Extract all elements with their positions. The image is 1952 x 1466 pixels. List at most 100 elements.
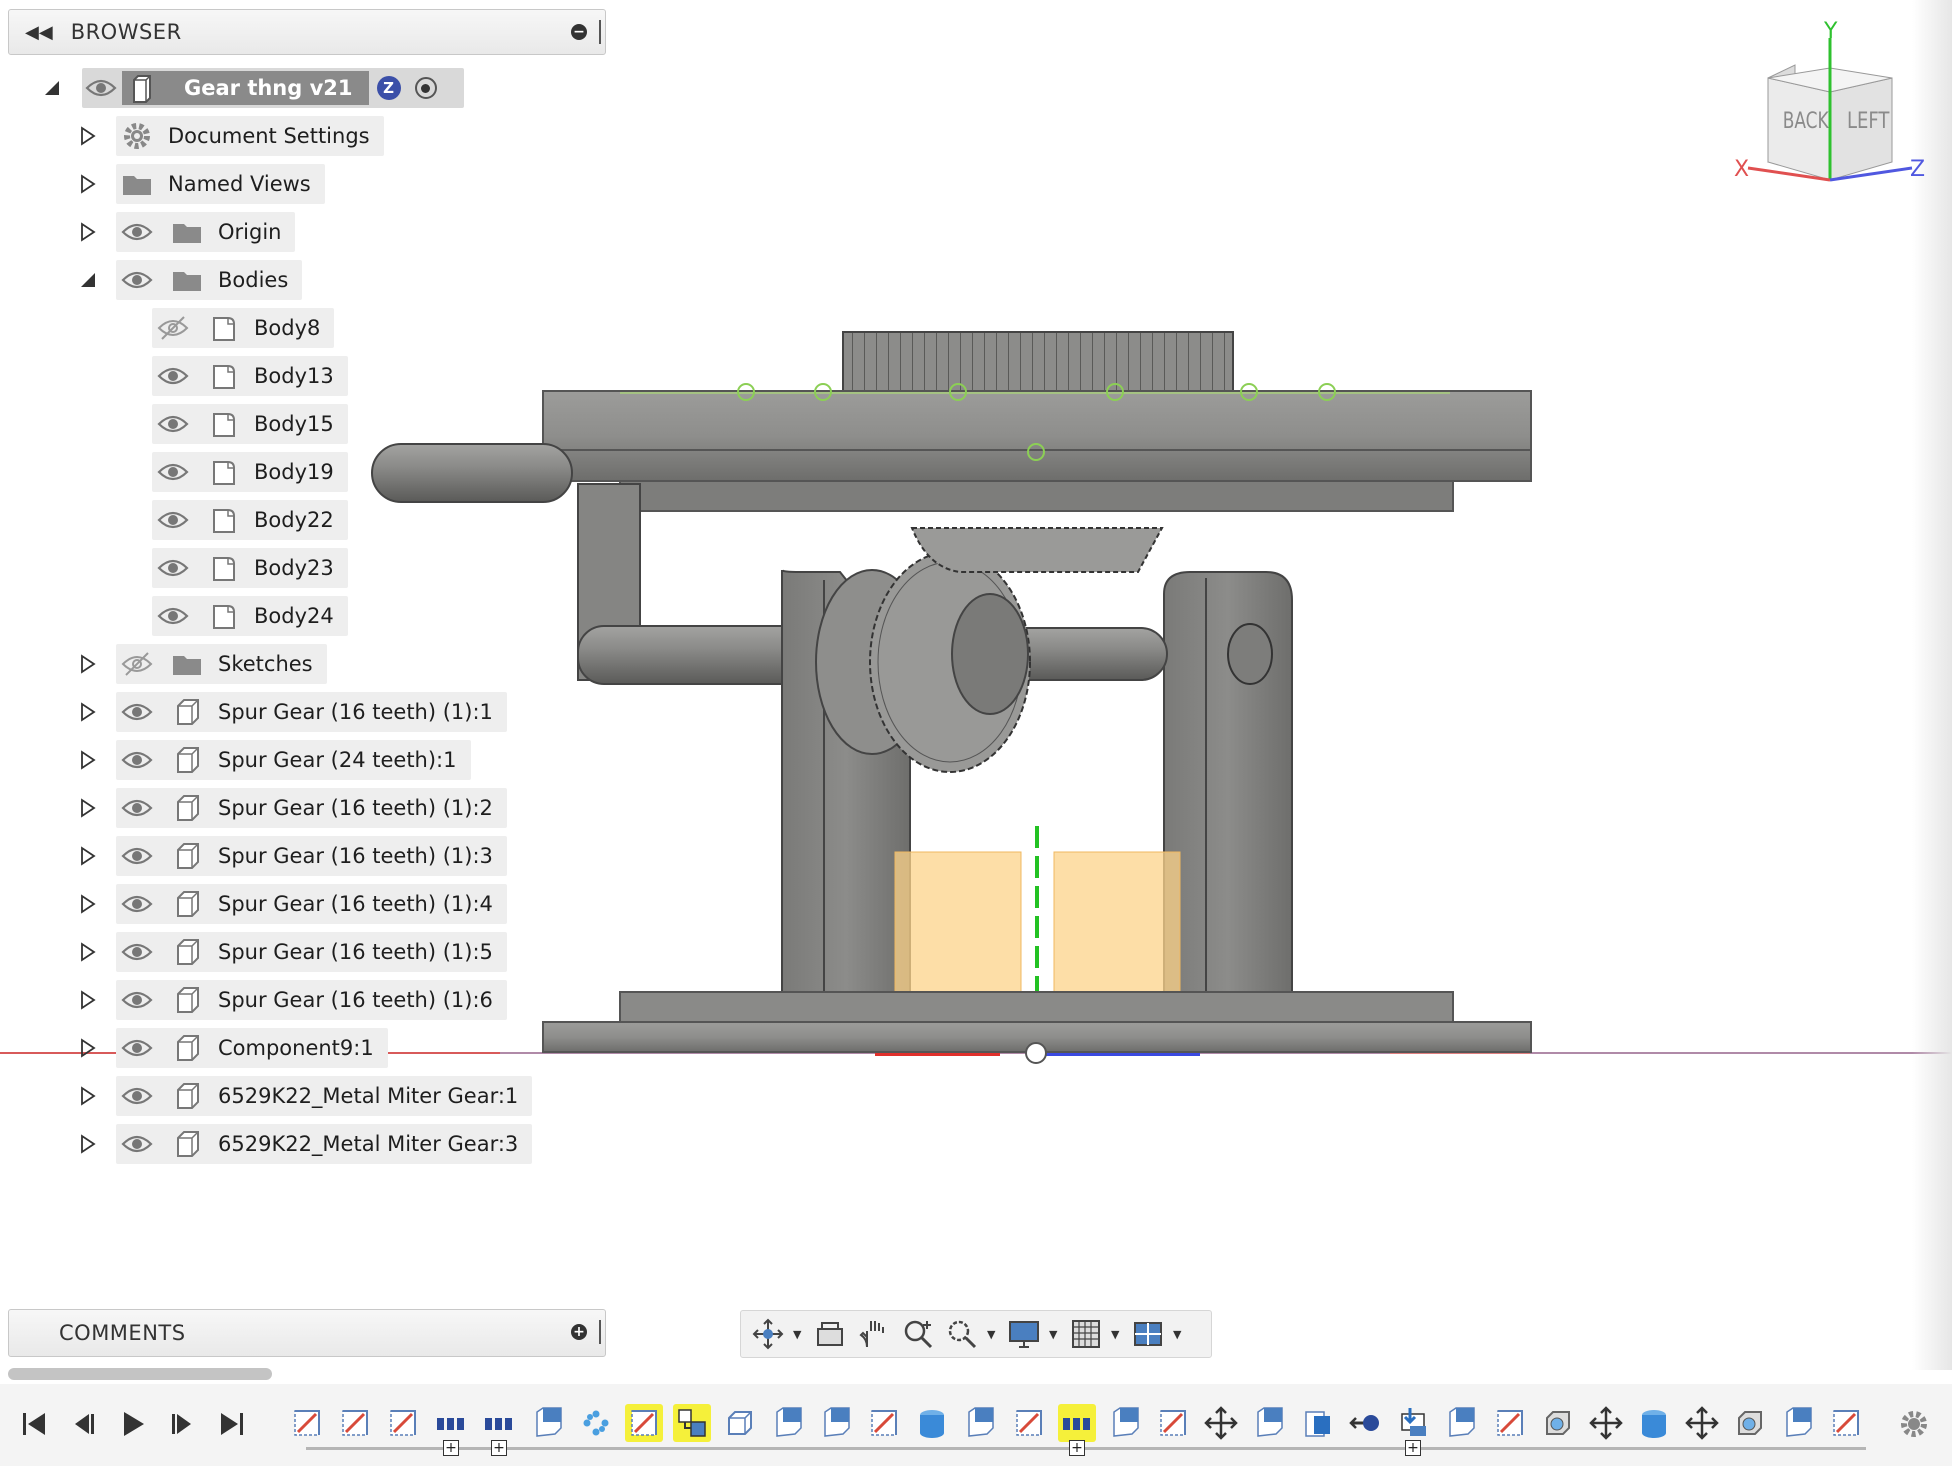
expand-triangle-icon[interactable]	[77, 797, 99, 819]
timeline-group-expand-icon[interactable]: +	[1069, 1440, 1085, 1456]
top-plate-underside[interactable]	[619, 480, 1454, 512]
grid-icon[interactable]	[1067, 1315, 1105, 1353]
look-at-icon[interactable]	[811, 1315, 849, 1353]
tree-item-body13[interactable]: Body13	[0, 356, 600, 396]
timeline-feature-plane-solid-icon[interactable]	[1298, 1404, 1336, 1442]
tree-item-sketches[interactable]: Sketches	[0, 644, 600, 684]
tree-item-body24[interactable]: Body24	[0, 596, 600, 636]
expand-triangle-icon[interactable]	[77, 221, 99, 243]
timeline-feature-sketch-icon[interactable]	[1154, 1404, 1192, 1442]
expand-triangle-icon[interactable]	[77, 989, 99, 1011]
expand-triangle-icon[interactable]	[77, 125, 99, 147]
visibility-eye-icon[interactable]	[156, 551, 190, 585]
timeline-feature-shell-icon[interactable]	[1539, 1404, 1577, 1442]
orbit-icon[interactable]	[749, 1315, 787, 1353]
visibility-eye-icon[interactable]	[120, 743, 154, 777]
hidden-eye-icon[interactable]	[156, 311, 190, 345]
timeline-feature-sketch-icon[interactable]	[288, 1404, 326, 1442]
timeline-feature-move-icon[interactable]	[1683, 1404, 1721, 1442]
visibility-eye-icon[interactable]	[120, 935, 154, 969]
timeline-group-expand-icon[interactable]: +	[443, 1440, 459, 1456]
expand-triangle-icon[interactable]	[77, 845, 99, 867]
horizontal-scrollbar[interactable]	[8, 1368, 272, 1380]
right-support-post[interactable]	[1163, 571, 1293, 995]
tree-item-6529k22-metal-miter-gear-1[interactable]: 6529K22_Metal Miter Gear:1	[0, 1076, 600, 1116]
tree-item-named-views[interactable]: Named Views	[0, 164, 600, 204]
visibility-eye-icon[interactable]	[156, 359, 190, 393]
panel-grip[interactable]	[599, 20, 601, 44]
timeline-feature-pattern-icon[interactable]	[1058, 1404, 1096, 1442]
tree-item-spur-gear-16-teeth-1-4[interactable]: Spur Gear (16 teeth) (1):4	[0, 884, 600, 924]
viewports-icon[interactable]	[1129, 1315, 1167, 1353]
tree-item-spur-gear-16-teeth-1-3[interactable]: Spur Gear (16 teeth) (1):3	[0, 836, 600, 876]
viewcube-face-back[interactable]: BACK	[1783, 108, 1830, 134]
timeline-feature-joint-icon[interactable]	[673, 1404, 711, 1442]
timeline-group-expand-icon[interactable]: +	[491, 1440, 507, 1456]
expand-triangle-icon[interactable]	[77, 1133, 99, 1155]
timeline-feature-plane-icon[interactable]	[961, 1404, 999, 1442]
tree-item-origin[interactable]: Origin	[0, 212, 600, 252]
visibility-eye-icon[interactable]	[156, 503, 190, 537]
visibility-eye-icon[interactable]	[120, 1127, 154, 1161]
timeline-feature-sketch-icon[interactable]	[336, 1404, 374, 1442]
tree-item-body8[interactable]: Body8	[0, 308, 600, 348]
fit-icon[interactable]	[943, 1315, 981, 1353]
tree-item-bodies[interactable]: Bodies	[0, 260, 600, 300]
display-settings-icon[interactable]	[1005, 1315, 1043, 1353]
zoom-dropdown-icon[interactable]: ▼	[987, 1328, 999, 1341]
viewcube[interactable]: BACK LEFT Y X Z	[1730, 20, 1930, 190]
comments-panel-header[interactable]: COMMENTS +	[8, 1309, 606, 1357]
tree-item-document-settings[interactable]: Document Settings	[0, 116, 600, 156]
timeline-feature-plane-icon[interactable]	[1442, 1404, 1480, 1442]
grid-dropdown-icon[interactable]: ▼	[1111, 1328, 1123, 1341]
tree-item-spur-gear-24-teeth-1[interactable]: Spur Gear (24 teeth):1	[0, 740, 600, 780]
collapse-triangle-icon[interactable]	[41, 77, 63, 99]
timeline-feature-sketch-icon[interactable]	[1010, 1404, 1048, 1442]
timeline-feature-sketch-icon[interactable]	[865, 1404, 903, 1442]
bevel-gear-horizontal[interactable]	[910, 527, 1164, 573]
timeline-feature-sketch-icon[interactable]	[625, 1404, 663, 1442]
base-plate-upper[interactable]	[619, 991, 1454, 1025]
expand-triangle-icon[interactable]	[77, 1037, 99, 1059]
browser-panel-header[interactable]: ◀◀ BROWSER −	[8, 9, 606, 55]
visibility-eye-icon[interactable]	[120, 215, 154, 249]
timeline-feature-joint-origin-icon[interactable]	[1346, 1404, 1384, 1442]
display-dropdown-icon[interactable]: ▼	[1049, 1328, 1061, 1341]
top-plate[interactable]	[542, 390, 1532, 482]
activate-component-radio[interactable]	[414, 77, 437, 99]
tree-item-body15[interactable]: Body15	[0, 404, 600, 444]
visibility-eye-icon[interactable]	[120, 695, 154, 729]
timeline-feature-shell-icon[interactable]	[1731, 1404, 1769, 1442]
step-back-button[interactable]	[66, 1406, 102, 1442]
expand-triangle-icon[interactable]	[77, 701, 99, 723]
tree-item-body19[interactable]: Body19	[0, 452, 600, 492]
comments-grip[interactable]	[599, 1320, 601, 1344]
timeline-feature-sketch-icon[interactable]	[384, 1404, 422, 1442]
visibility-eye-icon[interactable]	[120, 839, 154, 873]
play-button[interactable]	[114, 1406, 150, 1442]
timeline-feature-plane-icon[interactable]	[817, 1404, 855, 1442]
step-forward-button[interactable]	[164, 1406, 200, 1442]
zoom-icon[interactable]	[899, 1315, 937, 1353]
expand-triangle-icon[interactable]	[77, 173, 99, 195]
bevel-gear-vertical[interactable]	[815, 551, 1031, 773]
timeline-feature-cylinder-icon[interactable]	[1635, 1404, 1673, 1442]
visibility-eye-icon[interactable]	[120, 1079, 154, 1113]
canvas-viewport[interactable]: BACK LEFT Y X Z	[0, 0, 1952, 1370]
go-to-end-button[interactable]	[214, 1406, 250, 1442]
timeline-feature-pattern-icon[interactable]	[480, 1404, 518, 1442]
timeline-feature-box-icon[interactable]	[721, 1404, 759, 1442]
model-scene[interactable]	[0, 0, 1952, 1370]
timeline-feature-plane-icon[interactable]	[1250, 1404, 1288, 1442]
go-to-start-button[interactable]	[16, 1406, 52, 1442]
visibility-eye-icon[interactable]	[120, 1031, 154, 1065]
timeline-feature-pattern-dots-icon[interactable]	[577, 1404, 615, 1442]
tree-item-spur-gear-16-teeth-1-6[interactable]: Spur Gear (16 teeth) (1):6	[0, 980, 600, 1020]
visibility-eye-icon[interactable]	[84, 71, 118, 105]
hidden-eye-icon[interactable]	[120, 647, 154, 681]
tree-root-row[interactable]: Gear thng v21 Z	[0, 68, 600, 108]
timeline-settings-gear-icon[interactable]	[1896, 1406, 1932, 1442]
tree-item-spur-gear-16-teeth-1-1[interactable]: Spur Gear (16 teeth) (1):1	[0, 692, 600, 732]
expand-triangle-icon[interactable]	[77, 653, 99, 675]
expand-triangle-icon[interactable]	[77, 941, 99, 963]
